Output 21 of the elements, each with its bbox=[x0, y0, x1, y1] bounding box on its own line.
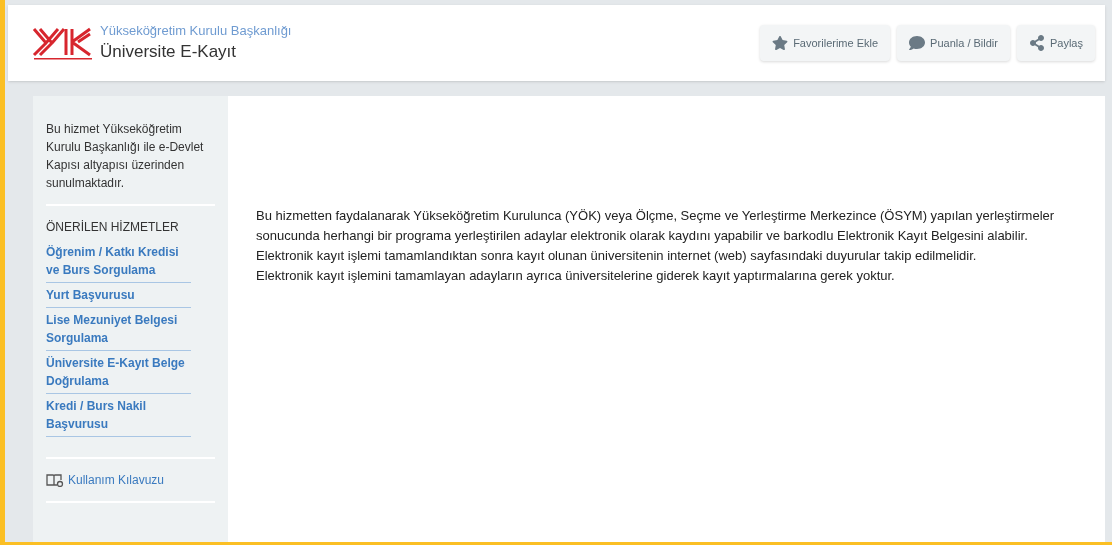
service-link[interactable]: Lise Mezuniyet Belgesi Sorgulama bbox=[46, 308, 191, 351]
section-heading: ÖNERİLEN HİZMETLER bbox=[46, 219, 180, 236]
description-paragraph: Elektronik kayıt işlemi tamamlandıktan sonra kayıt olunan üniversitenin internet (web) sayfasındaki duyurular takip edilmelidir. bbox=[256, 247, 978, 265]
header-action-button[interactable]: Paylaş bbox=[1016, 25, 1095, 61]
service-link[interactable]: Kredi / Burs Nakil Başvurusu bbox=[46, 394, 191, 437]
header-action-button[interactable]: Favorilerime Ekle bbox=[760, 25, 891, 61]
service-link[interactable]: Yurt Başvurusu bbox=[46, 283, 191, 308]
speech-bubble-icon bbox=[909, 35, 926, 51]
header-action-button[interactable]: Puanla / Bildir bbox=[897, 25, 1010, 61]
description-paragraph: Bu hizmetten faydalanarak Yükseköğretim Kurulunca (YÖK) veya Ölçme, Seçme ve Yerleştirme Merkezince (ÖSYM) yapılan yerleştirmeler sonucunda herhangi bir programa yerleştirilen adaylar elektronik olarak kaydını yapabilir ve barkodlu Elektronik Kayıt Belgesini alabilir. bbox=[256, 207, 1056, 245]
page-title: Üniversite E-Kayıt bbox=[100, 41, 238, 63]
star-icon bbox=[772, 35, 789, 51]
service-link[interactable]: Öğrenim / Katkı Kredisi ve Burs Sorgulama bbox=[46, 240, 191, 283]
description-paragraph: Elektronik kayıt işlemini tamamlayan adayların ayrıca üniversitelerine giderek kayıt yaptırmalarına gerek yoktur. bbox=[256, 267, 896, 285]
logo bbox=[32, 25, 94, 61]
share-icon bbox=[1028, 35, 1045, 51]
guide-link[interactable]: Kullanım Kılavuzu bbox=[46, 471, 215, 489]
book-icon bbox=[46, 473, 64, 487]
organization-name: Yükseköğretim Kurulu Başkanlığı bbox=[100, 22, 292, 40]
service-note: Bu hizmet Yükseköğretim Kurulu Başkanlığı ile e-Devlet Kapısı altyapısı üzerinden sunulmaktadır. bbox=[46, 121, 205, 192]
service-link[interactable]: Üniversite E-Kayıt Belge Doğrulama bbox=[46, 351, 191, 394]
